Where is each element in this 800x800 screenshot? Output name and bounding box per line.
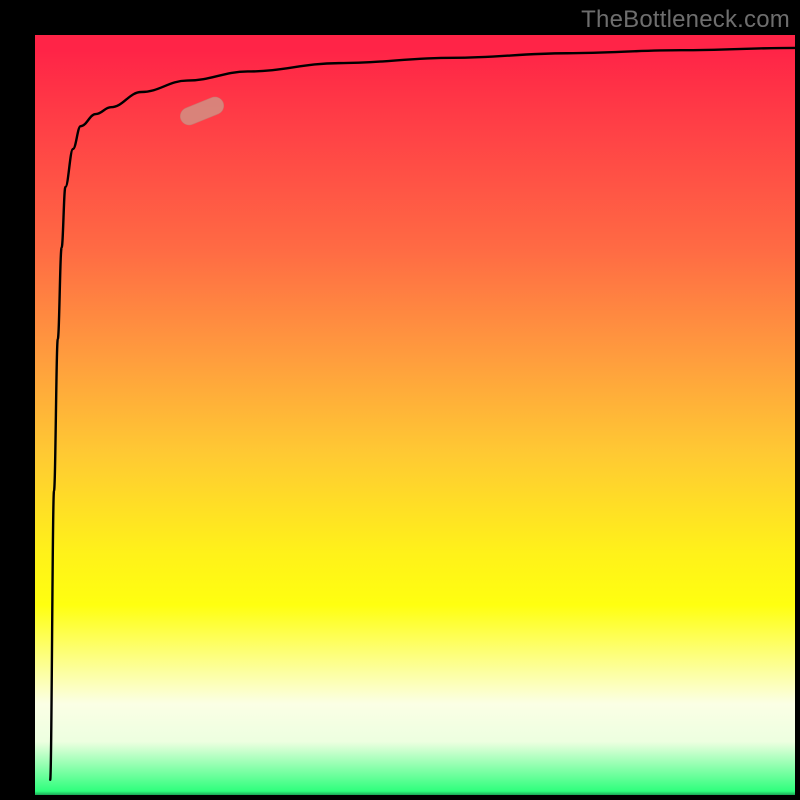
- watermark-label: TheBottleneck.com: [581, 6, 790, 34]
- plot-area: [35, 35, 795, 795]
- curve-path: [50, 48, 795, 780]
- bottleneck-curve: [35, 35, 795, 795]
